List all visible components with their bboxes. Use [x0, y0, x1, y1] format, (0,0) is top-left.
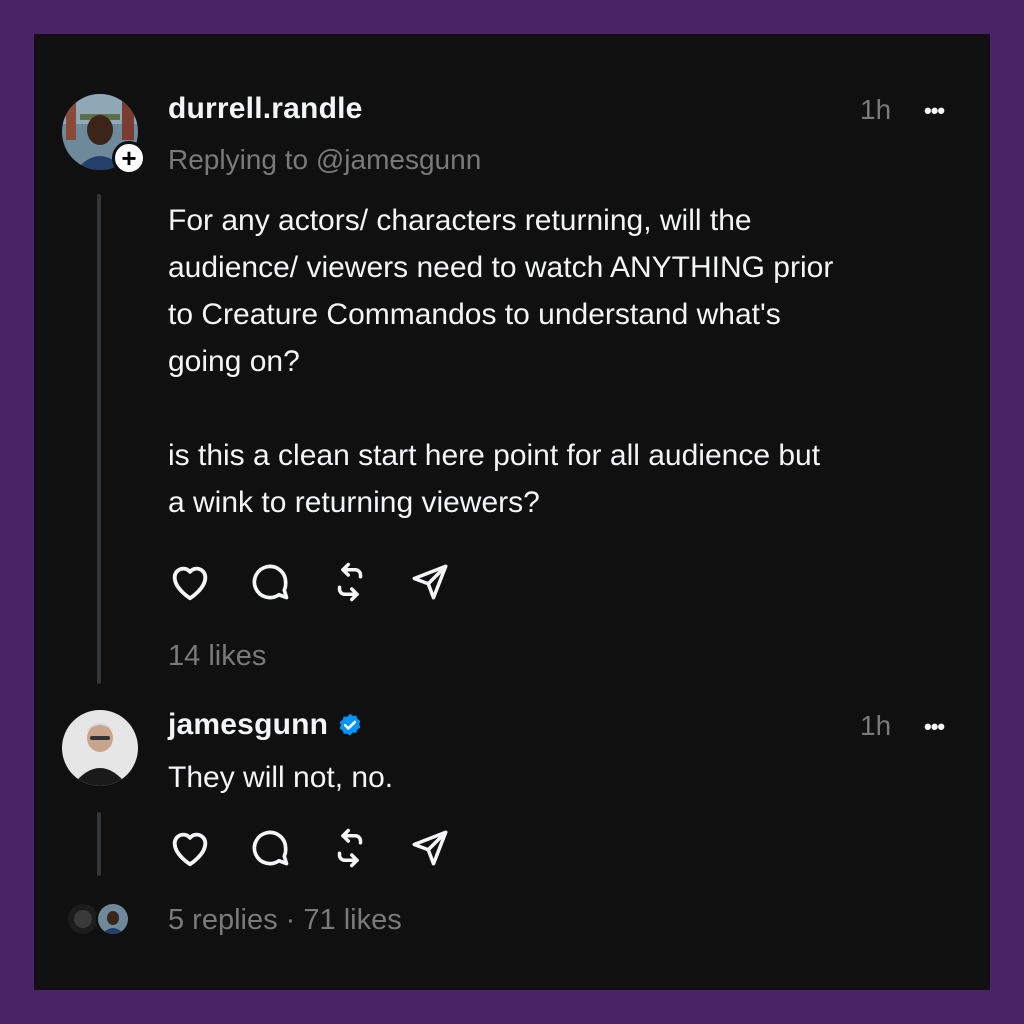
heart-icon	[172, 832, 208, 867]
comment-icon	[252, 830, 289, 866]
post-more-button[interactable]: •••	[924, 98, 945, 124]
share-button[interactable]	[404, 556, 456, 608]
reply-comment-button[interactable]	[244, 822, 296, 874]
like-button[interactable]	[164, 556, 216, 608]
reply-more-button[interactable]: •••	[924, 714, 945, 740]
thread-connector-line	[97, 194, 101, 684]
reply-actions	[164, 822, 484, 874]
replier-avatar-2	[96, 902, 130, 936]
heart-icon	[172, 566, 208, 601]
post-likes-count[interactable]: 14 likes	[168, 640, 266, 673]
repost-icon	[337, 828, 363, 868]
comment-icon	[252, 564, 289, 600]
repost-icon	[337, 562, 363, 602]
comment-button[interactable]	[244, 556, 296, 608]
reply-like-button[interactable]	[164, 822, 216, 874]
replier-avatar-1	[66, 902, 100, 936]
replying-to-label[interactable]: Replying to @jamesgunn	[168, 144, 481, 176]
follow-badge[interactable]: +	[112, 141, 146, 175]
post-body: For any actors/ characters returning, wi…	[168, 204, 834, 519]
repost-button[interactable]	[324, 556, 376, 608]
replies-likes-summary[interactable]: 5 replies · 71 likes	[168, 904, 402, 937]
thread-card: + durrell.randle Replying to @jamesgunn …	[34, 34, 990, 990]
reply-username[interactable]: jamesgunn	[168, 708, 328, 741]
post-actions	[164, 556, 484, 608]
reply-connector-line	[97, 812, 101, 876]
reply-timestamp: 1h	[860, 710, 892, 741]
reply-share-button[interactable]	[404, 822, 456, 874]
post-username[interactable]: durrell.randle	[168, 92, 363, 126]
avatar-jamesgunn[interactable]	[62, 710, 138, 786]
verified-badge-icon	[339, 713, 361, 736]
reply-body: They will not, no.	[168, 761, 394, 794]
reply-repost-button[interactable]	[324, 822, 376, 874]
post-timestamp: 1h	[860, 94, 892, 125]
share-icon	[412, 564, 448, 600]
reply-username-row: jamesgunn	[168, 708, 364, 742]
share-icon	[412, 830, 448, 866]
